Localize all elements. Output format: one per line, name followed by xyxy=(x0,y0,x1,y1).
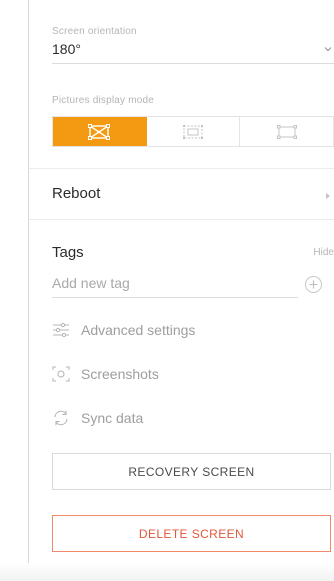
display-mode-selector xyxy=(52,116,334,147)
sliders-icon xyxy=(52,321,70,339)
add-tag-button[interactable] xyxy=(305,276,322,293)
panel-bottom-shade xyxy=(0,563,334,581)
add-tag-input[interactable] xyxy=(52,275,297,291)
advanced-settings-link[interactable]: Advanced settings xyxy=(52,321,195,339)
chevron-down-icon[interactable] xyxy=(322,43,334,55)
display-mode-stretch-button[interactable] xyxy=(240,117,333,146)
fill-icon xyxy=(183,124,203,139)
chevron-right-icon[interactable] xyxy=(326,193,330,199)
reboot-button[interactable]: Reboot xyxy=(52,185,100,202)
display-mode-fill-button[interactable] xyxy=(147,117,241,146)
stretch-icon xyxy=(276,124,297,139)
display-mode-label: Pictures display mode xyxy=(52,95,155,106)
screenshots-link[interactable]: Screenshots xyxy=(52,365,159,383)
sync-data-label: Sync data xyxy=(81,410,144,426)
tags-heading: Tags xyxy=(52,244,84,261)
plus-icon xyxy=(309,280,318,289)
screenshots-label: Screenshots xyxy=(81,366,159,382)
sync-icon xyxy=(52,409,70,427)
screen-settings-panel: Screen orientation 180° Pictures display… xyxy=(29,0,334,581)
tags-hide-link[interactable]: Hide xyxy=(313,247,334,258)
divider xyxy=(29,168,334,169)
divider xyxy=(29,219,334,220)
display-mode-fit-button[interactable] xyxy=(53,117,147,146)
fit-icon xyxy=(88,123,111,140)
orientation-select[interactable]: 180° xyxy=(52,41,81,57)
advanced-settings-label: Advanced settings xyxy=(81,322,196,338)
screenshot-icon xyxy=(52,365,70,383)
orientation-label: Screen orientation xyxy=(52,26,137,37)
orientation-underline xyxy=(52,63,334,64)
delete-screen-button[interactable]: DELETE SCREEN xyxy=(52,515,331,552)
sync-data-link[interactable]: Sync data xyxy=(52,409,143,427)
recovery-screen-button[interactable]: RECOVERY SCREEN xyxy=(52,453,331,490)
tag-input-underline xyxy=(52,297,298,298)
